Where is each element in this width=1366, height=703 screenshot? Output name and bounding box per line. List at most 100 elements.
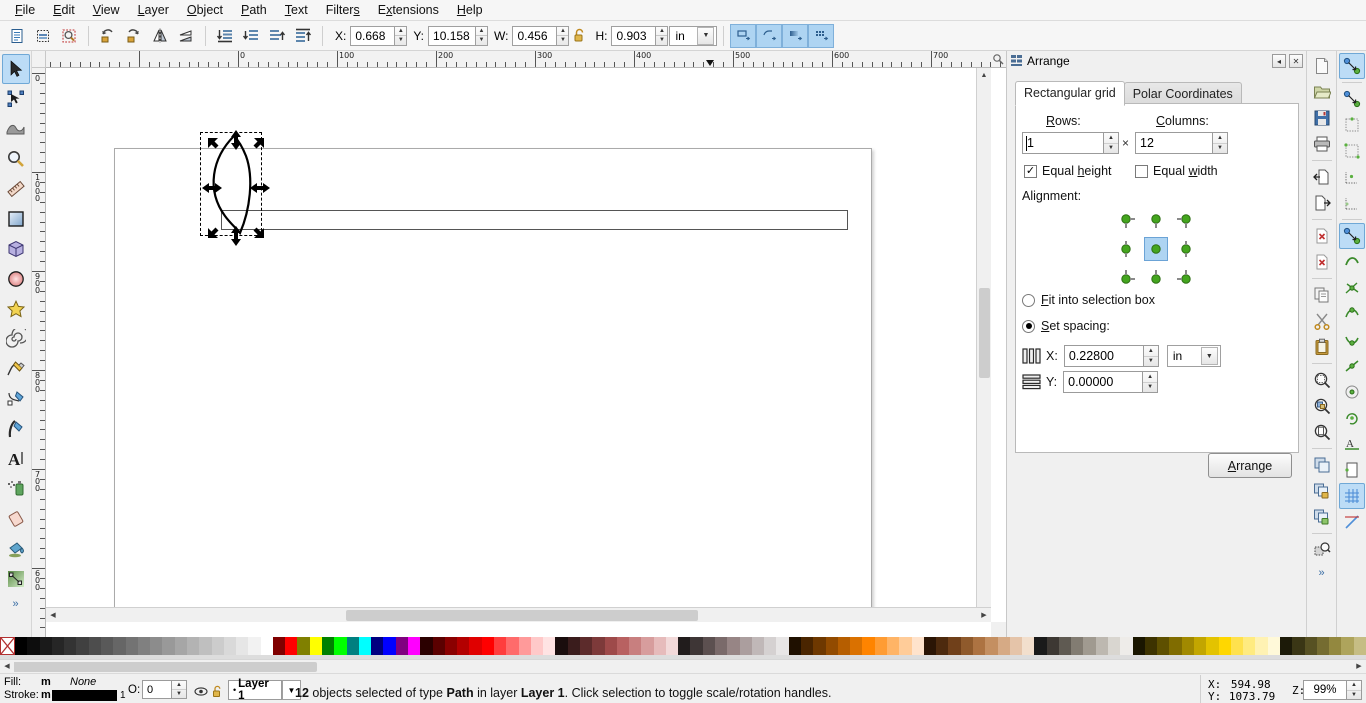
palette-swatch[interactable]	[1255, 637, 1268, 655]
w-spin-down[interactable]: ▼	[557, 36, 568, 45]
lower-to-bottom-icon[interactable]	[212, 23, 238, 49]
zoom-spin-down[interactable]: ▼	[1347, 691, 1361, 700]
selection-handles[interactable]	[186, 118, 286, 258]
snap-smooth-nodes-icon[interactable]	[1339, 327, 1365, 353]
group-icon[interactable]	[1309, 478, 1335, 504]
y-stepper[interactable]: 10.158 ▲ ▼	[428, 25, 489, 46]
palette-swatch[interactable]	[27, 637, 40, 655]
snap-grid-icon[interactable]	[1338, 483, 1365, 509]
palette-swatch[interactable]	[1341, 637, 1354, 655]
palette-swatch[interactable]	[199, 637, 212, 655]
palette-swatch[interactable]	[15, 637, 28, 655]
menu-help[interactable]: Help	[448, 1, 492, 20]
palette-swatch[interactable]	[886, 637, 900, 655]
unlock-icon[interactable]	[212, 685, 223, 701]
palette-swatch[interactable]	[1071, 637, 1084, 655]
snap-midpoints-icon[interactable]	[1339, 353, 1365, 379]
columns-stepper[interactable]: 12 ▲ ▼	[1135, 132, 1228, 154]
palette-swatch[interactable]	[543, 637, 556, 655]
palette-swatch[interactable]	[616, 637, 630, 655]
rows-spin-buttons[interactable]: ▲ ▼	[1104, 132, 1119, 154]
horizontal-scroll-thumb[interactable]	[346, 610, 698, 621]
palette-swatch[interactable]	[1120, 637, 1133, 655]
affect-rounded-corners-icon[interactable]	[756, 23, 783, 48]
new-document-icon[interactable]	[1309, 53, 1335, 79]
snap-path-intersections-icon[interactable]	[1339, 275, 1365, 301]
palette-swatch[interactable]	[285, 637, 298, 655]
palette-swatch[interactable]	[678, 637, 691, 655]
palette-swatch[interactable]	[272, 637, 286, 655]
layer-select[interactable]: • Layer 1 ▼	[228, 678, 301, 702]
flip-vertical-icon[interactable]	[173, 23, 199, 49]
rows-spin-down[interactable]: ▼	[1104, 144, 1118, 154]
menu-path[interactable]: Path	[232, 1, 276, 20]
opacity-spin-down[interactable]: ▼	[172, 690, 186, 698]
pencil-tool[interactable]	[2, 354, 30, 384]
flip-horizontal-icon[interactable]	[147, 23, 173, 49]
x-spin-up[interactable]: ▲	[395, 27, 407, 36]
scroll-up-icon[interactable]: ▲	[977, 68, 991, 82]
fit-selection-radio-icon[interactable]	[1022, 293, 1035, 307]
menu-filters[interactable]: Filters	[317, 1, 369, 20]
palette-swatch[interactable]	[801, 637, 814, 655]
palette-swatch[interactable]	[1206, 637, 1219, 655]
palette-scroll-thumb[interactable]	[12, 662, 317, 672]
export-icon[interactable]	[1309, 190, 1335, 216]
enable-snapping-icon[interactable]	[1338, 53, 1365, 79]
affect-patterns-icon[interactable]	[808, 23, 835, 48]
opacity-input[interactable]: 0	[142, 680, 172, 699]
calligraphy-tool[interactable]	[2, 414, 30, 444]
zoom-stepper[interactable]: 99% ▲ ▼	[1303, 680, 1362, 700]
align-top-right[interactable]	[1172, 209, 1196, 233]
palette-swatch[interactable]	[1304, 637, 1317, 655]
y-spin-down[interactable]: ▼	[476, 36, 487, 45]
palette-swatch[interactable]	[1292, 637, 1305, 655]
menu-edit[interactable]: Edit	[44, 1, 84, 20]
palette-swatch[interactable]	[1083, 637, 1096, 655]
select-all-icon[interactable]	[4, 23, 30, 49]
ungroup-icon[interactable]	[1309, 504, 1335, 530]
w-input[interactable]: 0.456	[512, 25, 557, 46]
palette-swatch[interactable]	[211, 637, 224, 655]
w-spin-up[interactable]: ▲	[557, 27, 569, 36]
raise-icon[interactable]	[264, 23, 290, 49]
palette-swatch[interactable]	[702, 637, 716, 655]
vertical-scroll-thumb[interactable]	[979, 288, 990, 378]
palette-swatch[interactable]	[236, 637, 249, 655]
palette-swatch[interactable]	[629, 637, 642, 655]
palette-swatch[interactable]	[248, 637, 261, 655]
palette-swatch[interactable]	[1108, 637, 1121, 655]
palette-swatch[interactable]	[76, 637, 89, 655]
canvas-vertical-scrollbar[interactable]: ▲ ▼	[976, 68, 991, 620]
palette-swatch[interactable]	[530, 637, 544, 655]
palette-swatch[interactable]	[88, 637, 101, 655]
palette-swatch[interactable]	[1267, 637, 1280, 655]
zoom-drawing-icon[interactable]	[1309, 393, 1335, 419]
palette-swatch[interactable]	[788, 637, 801, 655]
lower-icon[interactable]	[238, 23, 264, 49]
snap-bbox-centers-icon[interactable]	[1339, 190, 1365, 216]
palette-swatch[interactable]	[1169, 637, 1182, 655]
paint-bucket-tool[interactable]	[2, 534, 30, 564]
palette-swatch[interactable]	[751, 637, 765, 655]
undo-icon[interactable]	[1309, 223, 1335, 249]
menu-text[interactable]: Text	[276, 1, 317, 20]
palette-swatch[interactable]	[641, 637, 654, 655]
palette-swatch[interactable]	[567, 637, 580, 655]
snap-guides-icon[interactable]	[1339, 509, 1365, 535]
x-spin-buttons[interactable]: ▲ ▼	[394, 25, 408, 46]
spacing-x-spin-down[interactable]: ▼	[1144, 357, 1158, 367]
equal-width-check-icon[interactable]	[1135, 164, 1148, 178]
snap-bbox-corners-icon[interactable]	[1339, 138, 1365, 164]
zoom-spin-buttons[interactable]: ▲ ▼	[1347, 680, 1362, 700]
menu-file[interactable]: File	[6, 1, 44, 20]
tab-rectangular-grid[interactable]: Rectangular grid	[1015, 81, 1125, 106]
y-input[interactable]: 10.158	[428, 25, 476, 46]
equal-width-checkbox[interactable]: Equal width	[1135, 164, 1218, 178]
ruler-zoom-icon[interactable]	[992, 53, 1004, 65]
opacity-spin-buttons[interactable]: ▲ ▼	[172, 680, 187, 699]
gradient-tool[interactable]	[2, 564, 30, 594]
spacing-x-input[interactable]: 0.22800	[1063, 345, 1144, 367]
palette-swatch[interactable]	[408, 637, 421, 655]
eye-icon[interactable]	[194, 686, 208, 700]
